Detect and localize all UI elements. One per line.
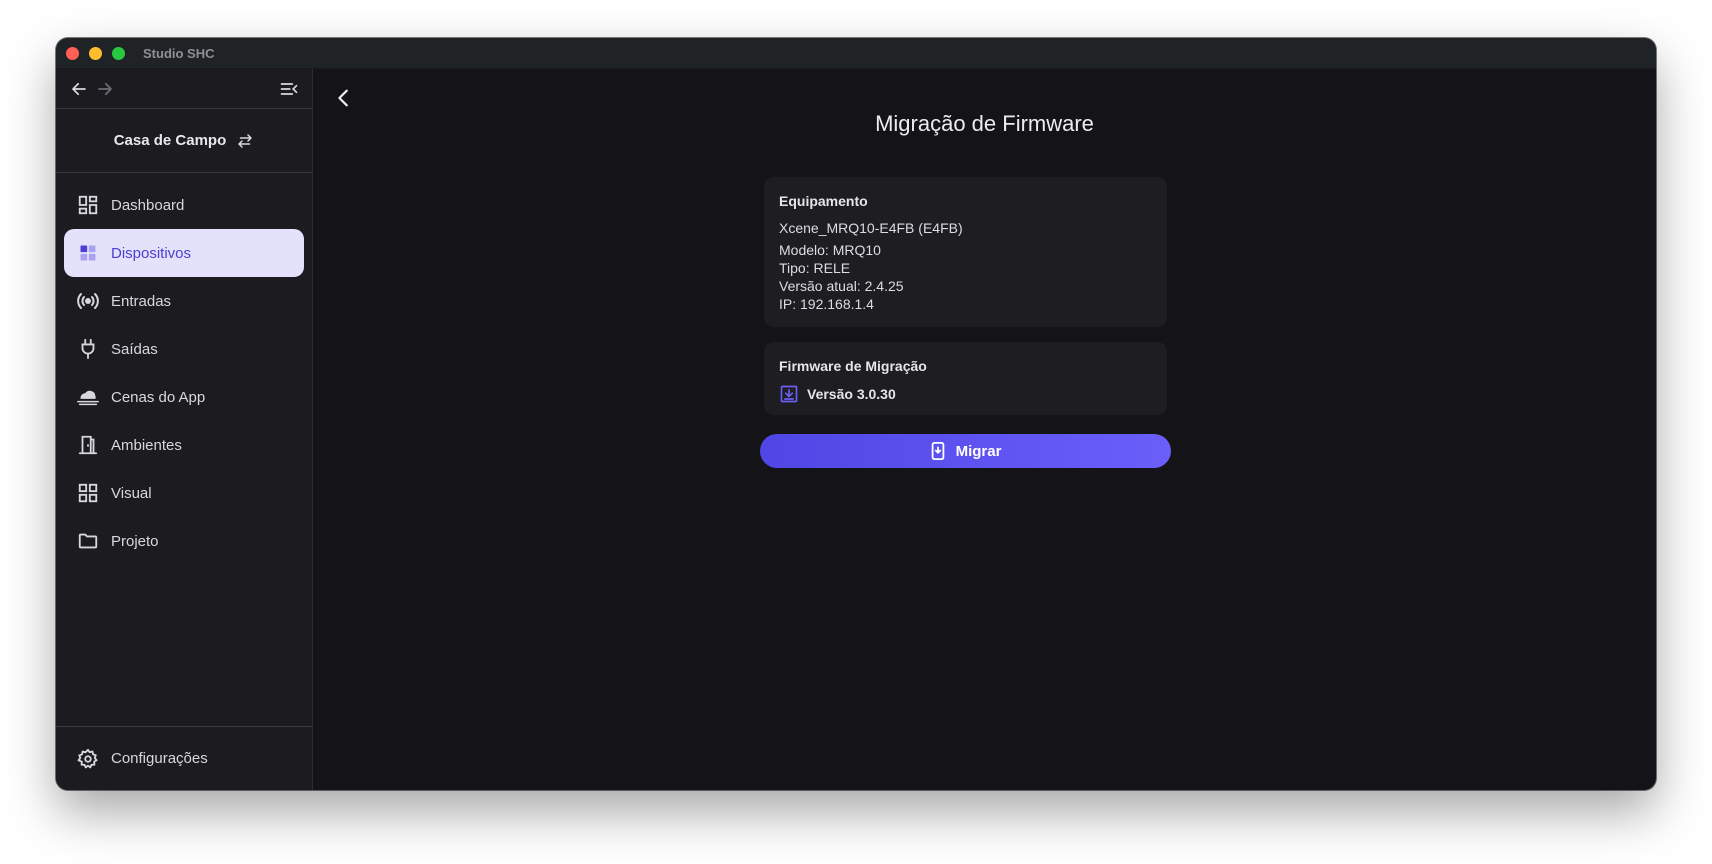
migrate-button[interactable]: Migrar xyxy=(760,434,1171,468)
firmware-version: Versão 3.0.30 xyxy=(807,386,896,402)
nav-forward-button[interactable] xyxy=(92,76,118,102)
sidebar-item-label: Ambientes xyxy=(111,436,182,454)
back-button[interactable] xyxy=(329,83,359,113)
title-bar: Studio SHC xyxy=(56,38,1656,69)
sidebar-item-visual[interactable]: Visual xyxy=(64,469,304,517)
sidebar-item-label: Projeto xyxy=(111,532,159,550)
sidebar-item-label: Cenas do App xyxy=(111,388,206,406)
sidebar-item-label: Visual xyxy=(111,484,152,502)
sidebar-nav-row xyxy=(56,69,312,109)
equipment-heading: Equipamento xyxy=(779,193,868,209)
sidebar: Casa de Campo Dashboard Dispositivos Ent… xyxy=(56,69,313,790)
equipment-version: Versão atual: 2.4.25 xyxy=(779,278,904,294)
download-icon xyxy=(780,385,798,403)
equipment-type: Tipo: RELE xyxy=(779,260,851,276)
firmware-heading: Firmware de Migração xyxy=(779,358,927,374)
maximize-window-button[interactable] xyxy=(112,46,125,60)
sidebar-footer: Configurações xyxy=(56,726,312,790)
grid-icon xyxy=(76,481,100,505)
window-controls xyxy=(66,46,125,60)
sidebar-item-configuracoes[interactable]: Configurações xyxy=(64,735,304,783)
equipment-name: Xcene_MRQ10-E4FB (E4FB) xyxy=(779,220,963,236)
plug-icon xyxy=(76,337,100,361)
sidebar-item-dispositivos[interactable]: Dispositivos xyxy=(64,229,304,277)
minimize-window-button[interactable] xyxy=(89,46,102,60)
menu-collapse-icon xyxy=(280,82,298,95)
dashboard-icon xyxy=(76,193,100,217)
project-name: Casa de Campo xyxy=(113,132,227,149)
page-title: Migração de Firmware xyxy=(875,111,1094,136)
collapse-sidebar-button[interactable] xyxy=(276,76,302,102)
project-switcher[interactable]: Casa de Campo xyxy=(56,109,312,173)
firmware-card: Firmware de Migração Versão 3.0.30 xyxy=(764,342,1167,415)
phone-download-icon xyxy=(931,442,944,460)
close-window-button[interactable] xyxy=(66,46,79,60)
sidebar-menu: Dashboard Dispositivos Entradas Saídas C… xyxy=(56,173,312,726)
chevron-left-icon xyxy=(338,89,348,107)
equipment-model: Modelo: MRQ10 xyxy=(779,242,881,258)
arrow-left-icon xyxy=(72,82,86,95)
arrow-right-icon xyxy=(98,82,112,95)
sidebar-item-label: Entradas xyxy=(111,292,172,310)
sidebar-item-dashboard[interactable]: Dashboard xyxy=(64,181,304,229)
folder-icon xyxy=(76,529,100,553)
app-window: Studio SHC Casa de Campo Dashboard Dispo… xyxy=(56,38,1656,790)
equipment-ip: IP: 192.168.1.4 xyxy=(779,296,874,312)
swap-icon xyxy=(238,133,253,148)
sidebar-item-entradas[interactable]: Entradas xyxy=(64,277,304,325)
door-icon xyxy=(76,433,100,457)
sidebar-item-label: Saídas xyxy=(111,340,158,358)
window-title: Studio SHC xyxy=(143,45,215,61)
sidebar-item-projeto[interactable]: Projeto xyxy=(64,517,304,565)
sidebar-item-label: Dashboard xyxy=(111,196,185,214)
main-content: Migração de Firmware Equipamento Xcene_M… xyxy=(313,69,1656,790)
sidebar-item-ambientes[interactable]: Ambientes xyxy=(64,421,304,469)
equipment-card: Equipamento Xcene_MRQ10-E4FB (E4FB) Mode… xyxy=(764,177,1167,327)
sidebar-item-label: Dispositivos xyxy=(111,244,192,262)
gear-icon xyxy=(76,747,100,771)
sidebar-item-cenas-do-app[interactable]: Cenas do App xyxy=(64,373,304,421)
devices-icon xyxy=(76,241,100,265)
firmware-version-row: Versão 3.0.30 xyxy=(779,384,1152,404)
migrate-button-label: Migrar xyxy=(955,442,1002,460)
cloud-icon xyxy=(76,385,100,409)
sidebar-item-label: Configurações xyxy=(111,750,208,767)
nav-back-button[interactable] xyxy=(66,76,92,102)
broadcast-icon xyxy=(76,289,100,313)
sidebar-item-saidas[interactable]: Saídas xyxy=(64,325,304,373)
